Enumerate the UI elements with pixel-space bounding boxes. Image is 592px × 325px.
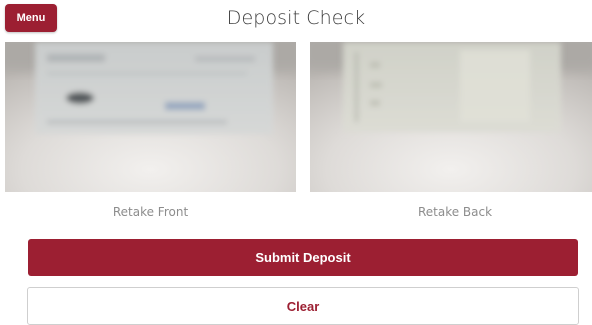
clear-button[interactable]: Clear — [27, 287, 579, 325]
check-back-image — [310, 42, 592, 192]
retake-back-button[interactable]: Retake Back — [310, 205, 592, 219]
check-front-photo — [5, 42, 296, 192]
submit-deposit-button[interactable]: Submit Deposit — [28, 239, 578, 276]
retake-front-button[interactable]: Retake Front — [5, 205, 296, 219]
header-bar: Menu Deposit Check — [0, 0, 592, 40]
check-back-photo — [310, 42, 592, 192]
page-title: Deposit Check — [226, 7, 366, 29]
check-front-image — [5, 42, 296, 192]
